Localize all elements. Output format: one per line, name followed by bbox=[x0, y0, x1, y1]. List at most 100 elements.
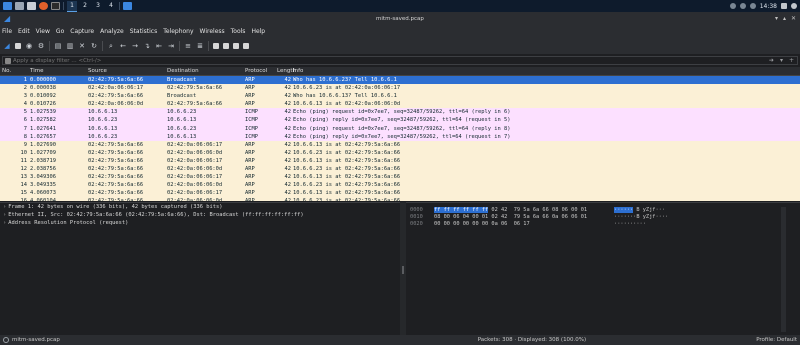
table-row[interactable]: 5 1.027539 10.6.6.13 10.6.6.23 ICMP 42 Echo (p… bbox=[0, 108, 800, 117]
detail-row-ethernet[interactable]: › Ethernet II, Src: 02:42:79:5a:6a:66 (02… bbox=[0, 211, 400, 219]
go-back-icon[interactable]: ← bbox=[119, 42, 127, 50]
expand-arrow-icon[interactable]: › bbox=[3, 204, 6, 210]
menu-tools[interactable]: Tools bbox=[231, 28, 246, 35]
cell-no: 15 bbox=[20, 190, 28, 197]
auto-scroll-icon[interactable]: ≡ bbox=[184, 42, 192, 50]
last-packet-icon[interactable]: ⇥ bbox=[167, 42, 175, 50]
close-icon[interactable]: ✕ bbox=[791, 15, 796, 23]
table-row[interactable]: 14 3.049335 02:42:79:5a:6a:66 02:42:0a:06:0… bbox=[0, 181, 800, 190]
restart-capture-icon[interactable]: ◉ bbox=[25, 42, 33, 50]
open-file-icon[interactable]: ▤ bbox=[54, 42, 62, 50]
terminal-icon[interactable] bbox=[51, 2, 60, 10]
expand-arrow-icon[interactable]: › bbox=[3, 212, 6, 218]
filter-apply-icon[interactable]: ➜ bbox=[769, 57, 774, 64]
table-row[interactable]: 9 1.027690 02:42:79:5a:6a:66 02:42:0a:06:06… bbox=[0, 140, 800, 149]
first-packet-icon[interactable]: ⇤ bbox=[155, 42, 163, 50]
maximize-icon[interactable]: ▴ bbox=[783, 15, 786, 23]
table-row[interactable]: 13 3.049306 02:42:79:5a:6a:66 02:42:0a:06:0… bbox=[0, 173, 800, 182]
save-file-icon[interactable]: ▥ bbox=[66, 42, 74, 50]
zoom-out-icon[interactable] bbox=[223, 42, 229, 49]
menu-view[interactable]: View bbox=[36, 28, 50, 35]
detail-row-arp[interactable]: › Address Resolution Protocol (request) bbox=[0, 219, 400, 227]
detail-row-frame[interactable]: › Frame 1: 42 bytes on wire (336 bits), 4… bbox=[0, 203, 400, 211]
notification-icon[interactable] bbox=[749, 3, 756, 9]
bookmark-icon[interactable] bbox=[5, 57, 11, 64]
workspace-1[interactable]: 1 bbox=[67, 0, 77, 12]
cell-no: 4 bbox=[23, 101, 27, 108]
column-header-length[interactable]: Length bbox=[277, 67, 296, 75]
table-row[interactable]: 11 2.038719 02:42:79:5a:6a:66 02:42:0a:06:0… bbox=[0, 156, 800, 166]
colorize-icon[interactable]: ≣ bbox=[196, 42, 204, 50]
expert-info-icon[interactable] bbox=[3, 337, 9, 343]
network-icon[interactable] bbox=[729, 3, 736, 9]
table-row[interactable]: 2 0.000038 02:42:0a:06:06:17 02:42:79:5a:6a… bbox=[0, 84, 800, 93]
column-header-source[interactable]: Source bbox=[88, 67, 167, 75]
menu-capture[interactable]: Capture bbox=[70, 28, 94, 35]
expand-arrow-icon[interactable]: › bbox=[3, 220, 6, 226]
find-packet-icon[interactable]: ⌕ bbox=[107, 42, 115, 50]
filter-dropdown-icon[interactable]: ▾ bbox=[780, 57, 783, 64]
cell-no: 8 bbox=[23, 133, 27, 140]
volume-icon[interactable] bbox=[739, 3, 746, 9]
table-row[interactable]: 164.06010402:42:79:5a:6a:6602:42:0a:06:0… bbox=[0, 197, 800, 201]
browser-icon[interactable] bbox=[39, 2, 48, 10]
splitter-grip[interactable] bbox=[402, 266, 404, 274]
display-filter-input[interactable] bbox=[13, 57, 766, 64]
menu-go[interactable]: Go bbox=[56, 28, 64, 35]
table-row[interactable]: 12 2.038756 02:42:79:5a:6a:66 02:42:0a:06:0… bbox=[0, 165, 800, 174]
menu-help[interactable]: Help bbox=[251, 28, 265, 35]
menu-edit[interactable]: Edit bbox=[18, 28, 30, 35]
table-row[interactable]: 1 0.000000 02:42:79:5a:6a:66 Broadcast ARP 42… bbox=[0, 76, 800, 85]
wireshark-task-icon[interactable] bbox=[123, 2, 132, 10]
table-row[interactable]: 10 1.027709 02:42:79:5a:6a:66 02:42:0a:06:0… bbox=[0, 148, 800, 157]
cell-source: 02:42:79:5a:6a:66 bbox=[88, 166, 144, 173]
zoom-in-icon[interactable] bbox=[213, 42, 219, 49]
status-bar: mitm-saved.pcap Packets: 308 · Displayed… bbox=[0, 335, 800, 345]
file-manager-icon[interactable] bbox=[27, 2, 36, 10]
cell-protocol: ICMP bbox=[245, 117, 258, 124]
workspace-2[interactable]: 2 bbox=[80, 1, 90, 11]
status-profile[interactable]: Profile: Default bbox=[756, 337, 797, 343]
power-icon[interactable] bbox=[791, 3, 797, 9]
bytes-row[interactable]: 0020 00 00 00 00 00 00 0a 06 06 17 ·······… bbox=[406, 221, 800, 228]
menu-file[interactable]: File bbox=[2, 28, 12, 35]
menu-statistics[interactable]: Statistics bbox=[130, 28, 157, 35]
menu-wireless[interactable]: Wireless bbox=[200, 28, 225, 35]
column-header-protocol[interactable]: Protocol bbox=[245, 67, 277, 75]
menu-telephony[interactable]: Telephony bbox=[163, 28, 193, 35]
cell-source: 10.6.6.13 bbox=[88, 125, 118, 132]
desktop-icon[interactable] bbox=[15, 2, 24, 10]
resize-columns-icon[interactable] bbox=[243, 42, 249, 49]
minimize-icon[interactable]: ▾ bbox=[775, 15, 778, 23]
table-row[interactable]: 4 0.010726 02:42:0a:06:06:0d 02:42:79:5a:6a… bbox=[0, 100, 800, 109]
add-filter-button-icon[interactable]: + bbox=[789, 57, 794, 64]
bytes-row[interactable]: 0010 08 00 06 04 00 01 02 42 79 5a 6a 66 … bbox=[406, 214, 800, 221]
app-menu-icon[interactable] bbox=[3, 2, 12, 10]
capture-options-icon[interactable]: ⚙ bbox=[37, 42, 45, 50]
table-row[interactable]: 8 1.027657 10.6.6.23 10.6.6.13 ICMP 42 Echo (p… bbox=[0, 132, 800, 141]
menu-analyze[interactable]: Analyze bbox=[100, 28, 124, 35]
table-row[interactable]: 6 1.027582 10.6.6.23 10.6.6.13 ICMP 42 Echo (p… bbox=[0, 116, 800, 125]
cell-length: 42 bbox=[284, 190, 292, 197]
table-row[interactable]: 3 0.010092 02:42:79:5a:6a:66 Broadcast ARP 42… bbox=[0, 92, 800, 101]
reload-file-icon[interactable]: ↻ bbox=[90, 42, 98, 50]
bytes-scrollbar[interactable] bbox=[781, 207, 786, 332]
normal-size-icon[interactable] bbox=[233, 42, 239, 49]
start-capture-icon[interactable]: ◢ bbox=[3, 42, 11, 50]
table-row[interactable]: 15 4.060073 02:42:79:5a:6a:66 02:42:0a:06:0… bbox=[0, 189, 800, 198]
stop-capture-icon[interactable] bbox=[15, 42, 21, 49]
workspace-4[interactable]: 4 bbox=[106, 1, 116, 11]
clock[interactable]: 14:38 bbox=[760, 3, 777, 10]
close-file-icon[interactable]: ✕ bbox=[78, 42, 86, 50]
column-header-info[interactable]: Info bbox=[293, 67, 800, 75]
go-forward-icon[interactable]: → bbox=[131, 42, 139, 50]
column-header-destination[interactable]: Destination bbox=[167, 67, 245, 75]
lock-icon[interactable] bbox=[781, 3, 787, 9]
column-header-time[interactable]: Time bbox=[30, 67, 88, 75]
table-row[interactable]: 7 1.027641 10.6.6.13 10.6.6.23 ICMP 42 Echo (p… bbox=[0, 124, 800, 133]
cell-source: 02:42:79:5a:6a:66 bbox=[88, 157, 144, 164]
go-to-packet-icon[interactable]: ↴ bbox=[143, 42, 151, 50]
workspace-3[interactable]: 3 bbox=[93, 1, 103, 11]
bytes-row[interactable]: 0000 ff ff ff ff ff ff 02 42 79 5a 6a 66 … bbox=[406, 207, 800, 214]
column-header-no[interactable]: No. bbox=[0, 67, 30, 75]
